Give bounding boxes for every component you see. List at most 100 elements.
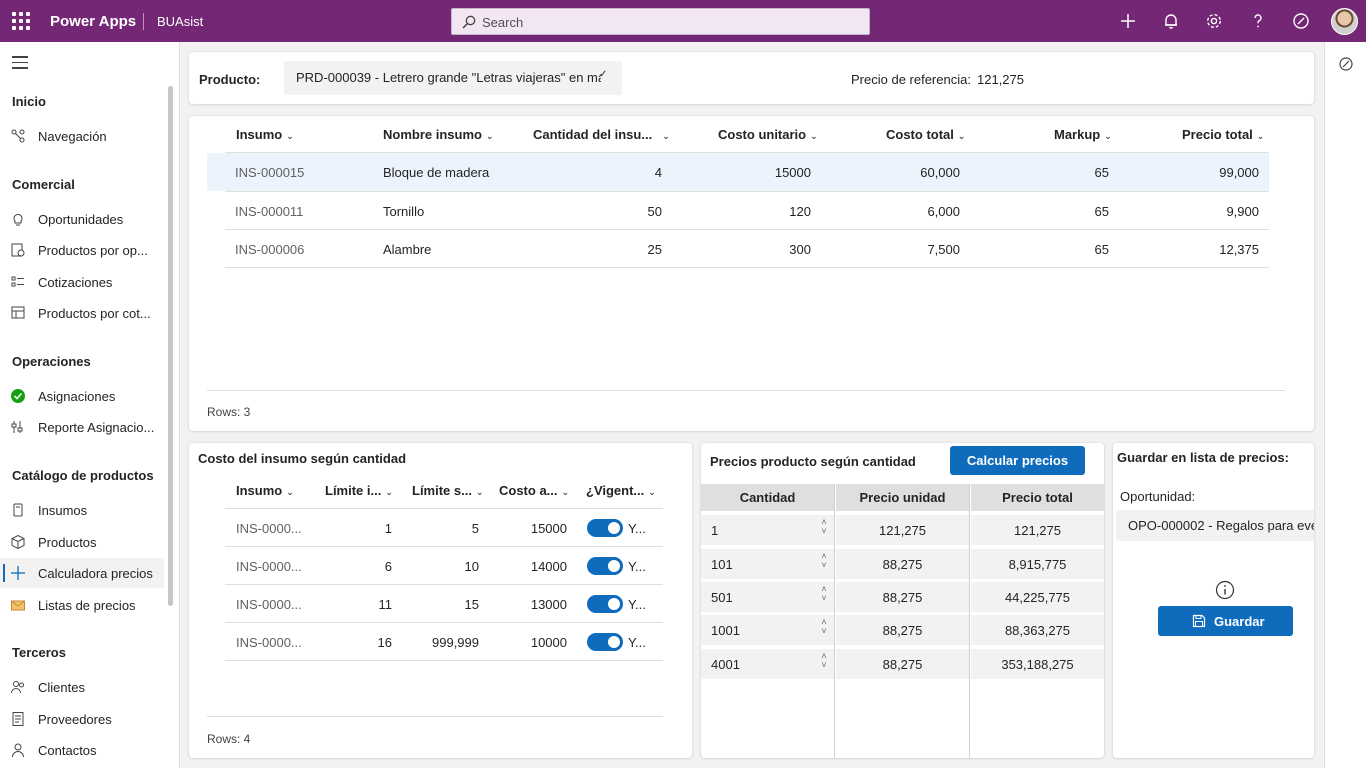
sidebar-item-oportunidades[interactable]: Oportunidades: [0, 204, 164, 234]
cantidad-input[interactable]: 101: [701, 549, 834, 579]
cell-nombre: Bloque de madera: [383, 165, 490, 180]
bell-icon[interactable]: [1161, 11, 1181, 31]
toggle-switch[interactable]: [587, 633, 623, 651]
toggle-switch[interactable]: [587, 519, 623, 537]
cell-precio-unidad: 88,275: [836, 582, 969, 612]
column-header-costo-total[interactable]: Costo total ⌄: [886, 127, 965, 142]
column-header-precio-total[interactable]: Precio total ⌄: [1182, 127, 1264, 142]
sidebar-item-listas-precios[interactable]: Listas de precios: [0, 590, 164, 620]
cell-insumo[interactable]: INS-000015: [235, 165, 304, 180]
cell-markup: 65: [1094, 204, 1109, 219]
toggle-switch[interactable]: [587, 595, 623, 613]
sidebar-item-navegacion[interactable]: Navegación: [0, 121, 164, 151]
stepper-icon[interactable]: ˄ ˅: [819, 652, 829, 674]
envelope-icon: [11, 600, 25, 611]
stepper-icon[interactable]: ˄ ˅: [819, 585, 829, 607]
cantidad-input[interactable]: 1001: [701, 615, 834, 645]
cantidad-input[interactable]: 4001: [701, 649, 834, 679]
sidebar-item-label: Oportunidades: [38, 212, 124, 227]
brand-title[interactable]: Power Apps: [50, 13, 136, 30]
table-row[interactable]: INS-0000... 1 5 15000 Y...: [225, 509, 663, 546]
table-row[interactable]: INS-0000... 11 15 13000 Y...: [225, 585, 663, 622]
sidebar-item-productos-oportunidad[interactable]: Productos por op...: [0, 235, 164, 265]
save-icon: [1192, 614, 1206, 628]
right-rail: [1324, 42, 1366, 768]
cell-insumo[interactable]: INS-000011: [235, 204, 303, 219]
search-input[interactable]: Search: [451, 8, 870, 35]
chevron-down-icon: ⌄: [648, 487, 656, 497]
cell-cantidad: 4: [654, 165, 662, 180]
sidebar-item-clientes[interactable]: Clientes: [0, 672, 164, 702]
stepper-icon[interactable]: ˄ ˅: [819, 518, 829, 540]
cell-precio-total: 12,375: [1219, 242, 1259, 257]
costo-insumo-panel: Costo del insumo según cantidad Insumo ⌄ …: [189, 443, 692, 758]
cell-insumo[interactable]: INS-0000...: [236, 521, 302, 536]
info-icon[interactable]: [1215, 580, 1235, 600]
stepper-icon[interactable]: ˄ ˅: [819, 618, 829, 640]
cell-markup: 65: [1094, 242, 1109, 257]
cell-insumo[interactable]: INS-000006: [235, 242, 304, 257]
cell-costo-unitario: 300: [789, 242, 811, 257]
sidebar-item-label: Proveedores: [38, 712, 112, 727]
toggle-switch[interactable]: [587, 557, 623, 575]
sidebar-item-calculadora-precios[interactable]: Calculadora precios: [0, 558, 164, 588]
sidebar-item-label: Cotizaciones: [38, 275, 113, 290]
gear-icon[interactable]: [1204, 11, 1224, 31]
cell-insumo[interactable]: INS-0000...: [236, 559, 302, 574]
column-header-limite-superior[interactable]: Límite s... ⌄: [412, 483, 484, 498]
column-header-vigente[interactable]: ¿Vigent... ⌄: [586, 483, 656, 498]
column-header-cantidad: Cantidad: [701, 484, 834, 511]
column-header-insumo[interactable]: Insumo ⌄: [236, 483, 294, 498]
sidebar-item-productos-cotizacion[interactable]: Productos por cot...: [0, 298, 164, 328]
column-header-nombre[interactable]: Nombre insumo ⌄: [383, 127, 494, 142]
copilot-icon[interactable]: [1291, 11, 1311, 31]
column-header-limite-inferior[interactable]: Límite i... ⌄: [325, 483, 393, 498]
table-row[interactable]: INS-0000... 16 999,999 10000 Y...: [225, 623, 663, 660]
column-header-insumo[interactable]: Insumo ⌄: [236, 127, 294, 142]
product-dropdown[interactable]: PRD-000039 - Letrero grande "Letras viaj…: [284, 61, 622, 95]
help-icon[interactable]: [1248, 11, 1268, 31]
column-header-markup[interactable]: Markup ⌄: [1054, 127, 1112, 142]
cell-precio-unidad: 88,275: [836, 649, 969, 679]
column-header-costo[interactable]: Costo a... ⌄: [499, 483, 569, 498]
divider: [143, 13, 144, 30]
chevron-down-icon: ⌄: [810, 131, 818, 141]
sidebar-scrollbar[interactable]: [168, 86, 173, 606]
plus-icon[interactable]: [1118, 11, 1138, 31]
cell-insumo[interactable]: INS-0000...: [236, 635, 302, 650]
stepper-icon[interactable]: ˄ ˅: [819, 552, 829, 574]
oportunidad-dropdown[interactable]: OPO-000002 - Regalos para eventos: [1116, 510, 1314, 541]
cell-costo-total: 7,500: [927, 242, 960, 257]
app-name[interactable]: BUAsist: [157, 14, 203, 29]
cantidad-input[interactable]: 1: [701, 515, 834, 545]
sidebar-item-cotizaciones[interactable]: Cotizaciones: [0, 267, 164, 297]
table-row[interactable]: INS-000006 Alambre 25 300 7,500 65 12,37…: [207, 230, 1269, 267]
divider: [225, 267, 1269, 268]
calcular-precios-button[interactable]: Calcular precios: [950, 446, 1085, 475]
copilot-icon[interactable]: [1338, 56, 1354, 72]
divider: [207, 390, 1285, 391]
sidebar-item-asignaciones[interactable]: Asignaciones: [0, 381, 164, 411]
table-row[interactable]: INS-000015 Bloque de madera 4 15000 60,0…: [207, 153, 1269, 191]
cantidad-input[interactable]: 501: [701, 582, 834, 612]
sidebar-item-productos[interactable]: Productos: [0, 527, 164, 557]
table-icon: [11, 306, 25, 319]
hamburger-menu-icon[interactable]: [12, 56, 28, 73]
lightbulb-icon: [13, 213, 23, 226]
table-row[interactable]: INS-000011 Tornillo 50 120 6,000 65 9,90…: [207, 192, 1269, 229]
sidebar-item-reporte-asignaciones[interactable]: Reporte Asignacio...: [0, 412, 164, 442]
guardar-button[interactable]: Guardar: [1158, 606, 1293, 636]
table-row[interactable]: INS-0000... 6 10 14000 Y...: [225, 547, 663, 584]
app-launcher-icon[interactable]: [12, 12, 30, 30]
sidebar-item-contactos[interactable]: Contactos: [0, 735, 164, 765]
search-icon: [462, 15, 476, 29]
sidebar-item-insumos[interactable]: Insumos: [0, 495, 164, 525]
cell-insumo[interactable]: INS-0000...: [236, 597, 302, 612]
sidebar-item-proveedores[interactable]: Proveedores: [0, 704, 164, 734]
sidebar: Inicio Navegación Comercial Oportunidade…: [0, 42, 180, 768]
avatar[interactable]: [1331, 8, 1358, 35]
cell-precio-unidad: 121,275: [836, 515, 969, 545]
column-header-cantidad[interactable]: Cantidad del insu... ⌄: [533, 127, 670, 142]
column-header-costo-unitario[interactable]: Costo unitario ⌄: [718, 127, 818, 142]
person-icon: [12, 743, 24, 758]
